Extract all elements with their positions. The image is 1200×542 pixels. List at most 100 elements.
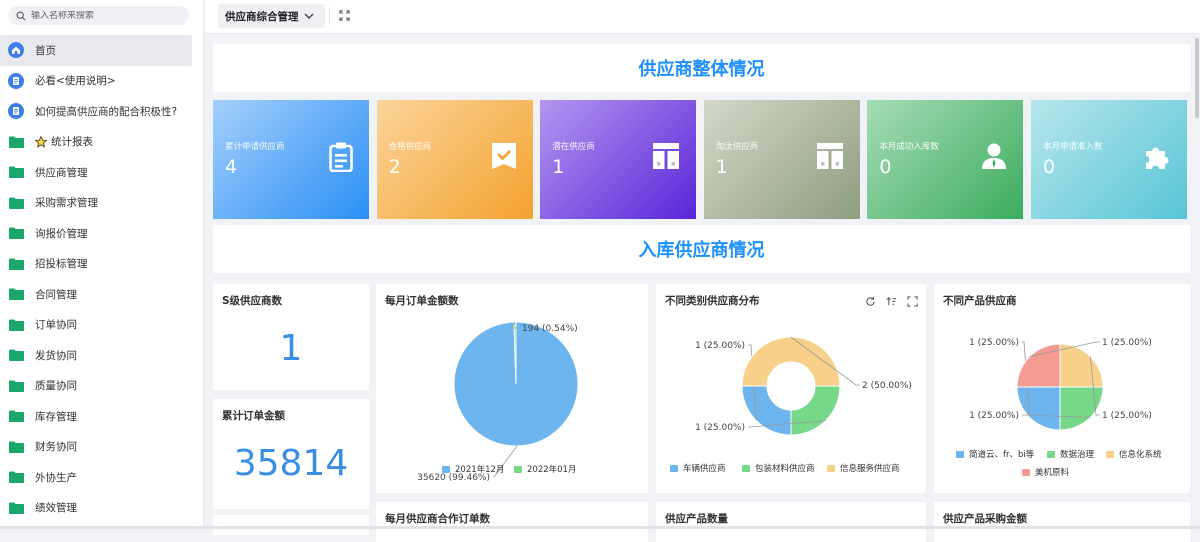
- s-level-supplier-count: 1: [279, 328, 303, 369]
- sidebar-item[interactable]: 发货协同: [0, 340, 203, 371]
- legend-label: 车辆供应商: [683, 463, 726, 474]
- sidebar-item-label: 合同管理: [35, 288, 77, 301]
- summary-card: 累计申请供应商 4: [213, 100, 369, 219]
- fullscreen-icon[interactable]: [339, 10, 350, 21]
- product-purchase-amount-panel: 供应产品采购金额: [934, 502, 1190, 542]
- chevron-down-icon: [304, 13, 313, 19]
- product-supplier-chart: 1 (25.00%) 1 (25.00%) 1 (25.00%) 1 (25.00%)…: [956, 338, 1162, 478]
- pie-slice[interactable]: [741, 385, 792, 436]
- sidebar-item[interactable]: 采购需求管理: [0, 188, 203, 219]
- product-supplier-panel: 不同产品供应商 1 (25.00%) 1 (25.00%) 1 (25.00%) 1 …: [934, 284, 1190, 493]
- product-count-panel: 供应产品数量: [656, 502, 926, 542]
- sidebar-item[interactable]: 统计报表: [0, 127, 203, 158]
- summary-card: 本月成功入库数 0: [867, 100, 1024, 219]
- sidebar-item-label: 首页: [35, 44, 56, 57]
- legend-swatch: [827, 465, 835, 472]
- legend-label: 2022年01月: [527, 464, 576, 475]
- legend-item[interactable]: 车辆供应商: [670, 463, 726, 474]
- data-label: 1 (25.00%): [695, 341, 745, 351]
- divider: [329, 7, 330, 25]
- sidebar-item[interactable]: 如何提高供应商的配合积极性?: [0, 96, 203, 127]
- data-label: 1 (25.00%): [1102, 411, 1152, 421]
- data-label: 1 (25.00%): [695, 423, 745, 433]
- legend-label: 美机原料: [1035, 467, 1070, 478]
- legend-swatch: [956, 451, 964, 458]
- search-input[interactable]: [31, 10, 181, 21]
- pie-slice[interactable]: [1016, 386, 1061, 431]
- data-label: 2 (50.00%): [862, 381, 912, 391]
- sidebar-item[interactable]: 首页: [0, 35, 192, 66]
- folder-icon: [8, 469, 24, 485]
- sidebar-item-label: 招投标管理: [35, 258, 88, 271]
- user-icon: [981, 142, 1007, 174]
- legend-swatch: [1106, 451, 1114, 458]
- sidebar-item[interactable]: 供应商管理: [0, 157, 203, 188]
- folder-icon: [8, 439, 24, 455]
- supplier-category-chart: 1 (25.00%) 1 (25.00%) 2 (50.00%) 车辆供应商 包装材料供…: [670, 336, 912, 474]
- sidebar-item[interactable]: 绩效管理: [0, 493, 203, 524]
- sidebar-item-label: 采购需求管理: [35, 197, 98, 210]
- sidebar-item-label: 统计报表: [51, 136, 93, 149]
- sidebar-item[interactable]: 质量协同: [0, 371, 203, 402]
- sidebar-item[interactable]: 合同管理: [0, 279, 203, 310]
- sidebar-item[interactable]: 必看<使用说明>: [0, 66, 203, 97]
- legend-item[interactable]: 信息化系统: [1106, 449, 1162, 460]
- legend-item[interactable]: 信息服务供应商: [827, 463, 900, 474]
- folder-icon: [8, 347, 24, 363]
- sidebar-item[interactable]: 订单协同: [0, 310, 203, 341]
- panel-title: S级供应商数: [222, 295, 283, 307]
- pie-slice[interactable]: [1059, 386, 1104, 431]
- clipboard-icon: [329, 142, 353, 176]
- legend-label: 信息服务供应商: [840, 463, 900, 474]
- module-selector-label: 供应商综合管理: [225, 10, 299, 23]
- sidebar-item[interactable]: 外协生产: [0, 462, 203, 493]
- search-icon: [16, 11, 26, 21]
- home-icon: [8, 42, 24, 59]
- sidebar-item[interactable]: 招投标管理: [0, 249, 203, 280]
- chart-legend: 简道云、fr、bi等 数据治理 信息化系统美机原料: [956, 449, 1162, 478]
- folder-icon: [8, 225, 24, 241]
- folder-icon: [8, 134, 24, 150]
- sidebar-item-label: 询报价管理: [35, 227, 88, 240]
- legend-item[interactable]: 简道云、fr、bi等: [956, 449, 1035, 460]
- folder-icon: [8, 408, 24, 424]
- module-selector[interactable]: 供应商综合管理: [218, 4, 325, 28]
- legend-item[interactable]: 2022年01月: [514, 464, 576, 475]
- dashboard: 供应商整体情况 累计申请供应商 4 合格供应商 2 潜在供应商 1 淘汰供应商 1 本月成功入库…: [205, 34, 1200, 542]
- legend-swatch: [442, 466, 450, 473]
- legend-label: 信息化系统: [1119, 449, 1162, 460]
- pie-slice[interactable]: [741, 336, 841, 387]
- total-order-amount-panel: 累计订单金额 35814: [213, 399, 369, 509]
- sidebar-item[interactable]: 询报价管理: [0, 218, 203, 249]
- legend-item[interactable]: 美机原料: [1022, 467, 1070, 478]
- scrollbar-thumb[interactable]: [1195, 38, 1199, 118]
- legend-item[interactable]: 数据治理: [1047, 449, 1095, 460]
- legend-label: 数据治理: [1060, 449, 1095, 460]
- sidebar-item-label: 绩效管理: [35, 502, 77, 515]
- sidebar-item-label: 供应商管理: [35, 166, 88, 179]
- panel-title: 累计订单金额: [222, 410, 285, 422]
- sidebar: 首页必看<使用说明> 如何提高供应商的配合积极性? 统计报表供应商管理采购需求管理询…: [0, 0, 204, 529]
- scrollbar[interactable]: [1194, 34, 1200, 529]
- sidebar-item-label: 如何提高供应商的配合积极性?: [35, 105, 178, 118]
- search-box[interactable]: [8, 6, 189, 25]
- section-title-overall: 供应商整体情况: [213, 44, 1190, 92]
- chart-legend: 2021年12月 2022年01月: [442, 464, 576, 475]
- data-label: 1 (25.00%): [969, 411, 1019, 421]
- folder-icon: [8, 500, 24, 516]
- total-order-amount-value: 35814: [233, 443, 349, 484]
- legend-swatch: [742, 465, 750, 472]
- pie-slice[interactable]: [790, 385, 841, 436]
- chart-legend: 车辆供应商 包装材料供应商 信息服务供应商: [670, 463, 900, 474]
- legend-item[interactable]: 包装材料供应商: [742, 463, 815, 474]
- next-panel: [213, 515, 369, 535]
- sidebar-item[interactable]: 库存管理: [0, 401, 203, 432]
- sidebar-item-label: 库存管理: [35, 410, 77, 423]
- folder-icon: [8, 164, 24, 180]
- sidebar-item[interactable]: 财务协同: [0, 432, 203, 463]
- pie-slice[interactable]: [1016, 343, 1061, 388]
- folder-icon: [8, 256, 24, 272]
- legend-swatch: [1022, 469, 1030, 476]
- sidebar-menu: 首页必看<使用说明> 如何提高供应商的配合积极性? 统计报表供应商管理采购需求管理询…: [0, 35, 203, 524]
- pie-slice[interactable]: [1059, 343, 1104, 388]
